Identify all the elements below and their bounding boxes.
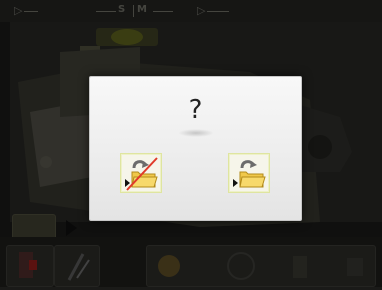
cancel-load-button[interactable] bbox=[120, 153, 162, 193]
load-confirm-dialog: ? bbox=[89, 76, 302, 221]
folder-load-cancel-icon bbox=[125, 157, 158, 191]
confirm-load-button[interactable] bbox=[228, 153, 270, 193]
question-shadow bbox=[178, 129, 214, 137]
question-mark: ? bbox=[188, 95, 203, 125]
folder-load-icon bbox=[233, 160, 266, 188]
